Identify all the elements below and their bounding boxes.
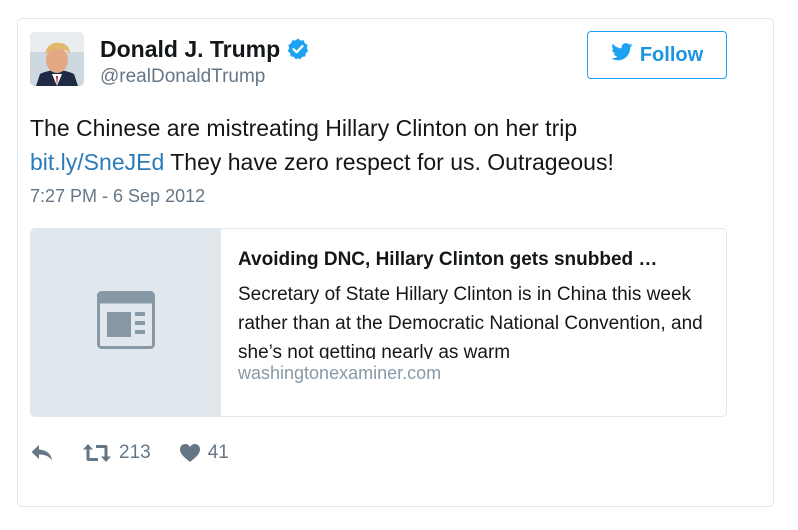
twitter-bird-icon: [611, 43, 640, 67]
card-body: Avoiding DNC, Hillary Clinton gets snubb…: [221, 229, 726, 416]
tweet-timestamp[interactable]: 7:27 PM - 6 Sep 2012: [30, 186, 205, 207]
tweet-link[interactable]: bit.ly/SneJEd: [30, 149, 164, 175]
like-button[interactable]: 41: [179, 442, 229, 464]
card-thumbnail: [31, 229, 221, 416]
verified-badge-icon: [286, 37, 310, 61]
retweet-button[interactable]: 213: [82, 442, 151, 464]
retweet-count: 213: [119, 442, 151, 463]
tweet-text-line1: The Chinese are mistreating Hillary Clin…: [30, 115, 578, 141]
card-domain: washingtonexaminer.com: [238, 363, 442, 383]
reply-button[interactable]: [30, 443, 54, 463]
card-title[interactable]: Avoiding DNC, Hillary Clinton gets snubb…: [238, 247, 710, 273]
author-name-row: Donald J. Trump: [100, 33, 310, 65]
follow-button[interactable]: Follow: [587, 31, 727, 79]
retweet-icon: [82, 443, 112, 463]
avatar[interactable]: [30, 32, 84, 86]
heart-icon: [179, 443, 201, 463]
card-description: Secretary of State Hillary Clinton is in…: [238, 284, 703, 359]
tweet-actions: 213 41: [30, 440, 229, 466]
author-handle[interactable]: @realDonaldTrump: [100, 66, 265, 88]
reply-icon: [30, 443, 54, 463]
like-count: 41: [207, 442, 229, 463]
follow-button-label: Follow: [639, 43, 704, 66]
tweet-text: The Chinese are mistreating Hillary Clin…: [30, 111, 730, 179]
author-name[interactable]: Donald J. Trump: [100, 36, 280, 63]
tweet-text-line2: They have zero respect for us. Outrageou…: [164, 149, 614, 175]
link-card[interactable]: Avoiding DNC, Hillary Clinton gets snubb…: [30, 228, 727, 417]
article-icon: [97, 291, 155, 354]
